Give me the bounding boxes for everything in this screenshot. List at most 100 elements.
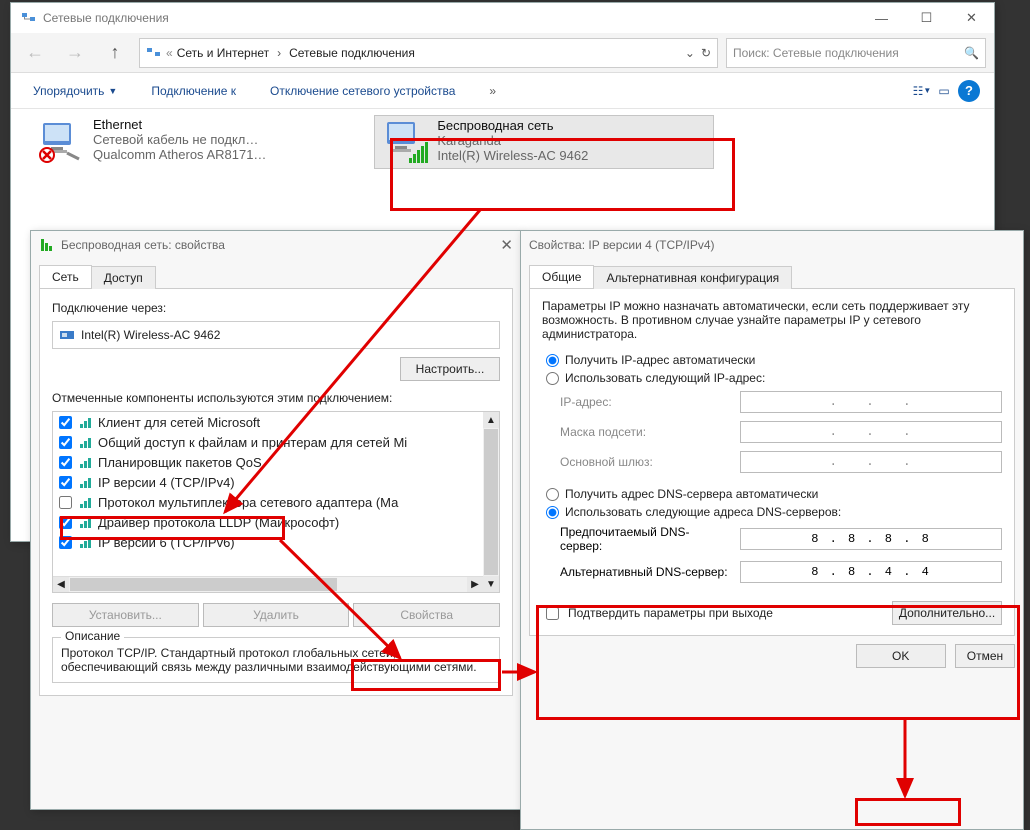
gateway-input: . . . bbox=[740, 451, 1002, 473]
nic-icon bbox=[59, 327, 75, 343]
tab-access[interactable]: Доступ bbox=[91, 266, 156, 289]
scroll-left-icon[interactable]: ◀ bbox=[53, 577, 69, 592]
tab-general[interactable]: Общие bbox=[529, 265, 594, 288]
preferred-dns-input[interactable]: 8 . 8 . 8 . 8 bbox=[740, 528, 1002, 550]
protocol-icon bbox=[78, 494, 94, 510]
component-row[interactable]: Планировщик пакетов QoS bbox=[53, 452, 483, 472]
network-item-wifi[interactable]: Беспроводная сеть Karaganda Intel(R) Wir… bbox=[374, 115, 714, 169]
component-label: Протокол мультиплексора сетевого адаптер… bbox=[98, 495, 398, 510]
wifi-device: Intel(R) Wireless-AC 9462 bbox=[437, 148, 588, 163]
minimize-button[interactable]: — bbox=[859, 3, 904, 33]
wifi-name: Беспроводная сеть bbox=[437, 118, 588, 133]
protocol-icon bbox=[78, 534, 94, 550]
component-label: Планировщик пакетов QoS bbox=[98, 455, 262, 470]
component-checkbox[interactable] bbox=[59, 536, 72, 549]
description-legend: Описание bbox=[61, 629, 124, 643]
scroll-up-icon[interactable]: ▲ bbox=[483, 412, 499, 428]
component-row[interactable]: Общий доступ к файлам и принтерам для се… bbox=[53, 432, 483, 452]
component-label: IP версии 6 (TCP/IPv6) bbox=[98, 535, 235, 550]
cancel-button[interactable]: Отмен bbox=[955, 644, 1015, 668]
connect-to-button[interactable]: Подключение к bbox=[143, 80, 244, 102]
component-row[interactable]: Протокол мультиплексора сетевого адаптер… bbox=[53, 492, 483, 512]
ethernet-name: Ethernet bbox=[93, 117, 266, 132]
tab-network[interactable]: Сеть bbox=[39, 265, 92, 288]
breadcrumb-leaf[interactable]: Сетевые подключения bbox=[289, 46, 415, 60]
overflow-button[interactable]: » bbox=[481, 80, 504, 102]
component-row[interactable]: IP версии 4 (TCP/IPv4) bbox=[53, 472, 483, 492]
ethernet-status: Сетевой кабель не подкл… bbox=[93, 132, 266, 147]
component-checkbox[interactable] bbox=[59, 436, 72, 449]
ipv4-intro-text: Параметры IP можно назначать автоматичес… bbox=[542, 299, 1002, 341]
search-placeholder: Поиск: Сетевые подключения bbox=[733, 46, 899, 60]
addr-dropdown-icon[interactable]: ⌄ bbox=[685, 46, 695, 60]
search-input[interactable]: Поиск: Сетевые подключения 🔍 bbox=[726, 38, 986, 68]
disable-device-button[interactable]: Отключение сетевого устройства bbox=[262, 80, 463, 102]
preferred-dns-label: Предпочитаемый DNS-сервер: bbox=[560, 525, 730, 553]
protocol-icon bbox=[78, 414, 94, 430]
view-icon[interactable]: ☷▼ bbox=[914, 83, 930, 99]
component-row[interactable]: Клиент для сетей Microsoft bbox=[53, 412, 483, 432]
adapter-name-field: Intel(R) Wireless-AC 9462 bbox=[52, 321, 500, 349]
help-icon[interactable]: ? bbox=[958, 80, 980, 102]
properties-button[interactable]: Свойства bbox=[353, 603, 500, 627]
breadcrumb-root[interactable]: Сеть и Интернет bbox=[177, 46, 269, 60]
dialog-title: Беспроводная сеть: свойства bbox=[61, 238, 225, 252]
components-listbox[interactable]: Клиент для сетей Microsoft Общий доступ к… bbox=[52, 411, 500, 593]
radio-auto-dns[interactable] bbox=[546, 488, 559, 501]
alt-dns-label: Альтернативный DNS-сервер: bbox=[560, 565, 730, 579]
breadcrumb-icon bbox=[146, 45, 162, 61]
maximize-button[interactable]: ☐ bbox=[904, 3, 949, 33]
radio-auto-ip[interactable] bbox=[546, 354, 559, 367]
ok-button[interactable]: OK bbox=[856, 644, 946, 668]
subnet-mask-label: Маска подсети: bbox=[560, 425, 730, 439]
network-item-ethernet[interactable]: Ethernet Сетевой кабель не подкл… Qualco… bbox=[31, 115, 371, 167]
advanced-button[interactable]: Дополнительно... bbox=[892, 601, 1002, 625]
wifi-icon bbox=[381, 118, 429, 166]
remove-button[interactable]: Удалить bbox=[203, 603, 350, 627]
titlebar: Сетевые подключения — ☐ ✕ bbox=[11, 3, 994, 33]
preview-pane-icon[interactable]: ▭ bbox=[936, 83, 952, 99]
protocol-icon bbox=[78, 514, 94, 530]
refresh-icon[interactable]: ↻ bbox=[701, 46, 711, 60]
nav-up-icon[interactable]: ↑ bbox=[99, 38, 131, 68]
scroll-down-icon[interactable]: ▼ bbox=[483, 576, 499, 592]
adapter-icon bbox=[39, 237, 55, 253]
dialog-close-icon[interactable]: ✕ bbox=[500, 236, 513, 254]
ipv4-titlebar: Свойства: IP версии 4 (TCP/IPv4) bbox=[521, 231, 1023, 259]
alt-dns-input[interactable]: 8 . 8 . 4 . 4 bbox=[740, 561, 1002, 583]
window-title: Сетевые подключения bbox=[43, 11, 169, 25]
ip-address-label: IP-адрес: bbox=[560, 395, 730, 409]
vertical-scrollbar[interactable]: ▲ ▼ bbox=[483, 412, 499, 592]
configure-button[interactable]: Настроить... bbox=[400, 357, 500, 381]
component-row[interactable]: Драйвер протокола LLDP (Майкрософт) bbox=[53, 512, 483, 532]
nav-back-icon[interactable]: ← bbox=[19, 38, 51, 68]
scroll-right-icon[interactable]: ▶ bbox=[467, 577, 483, 592]
nav-forward-icon[interactable]: → bbox=[59, 38, 91, 68]
toolbar: Упорядочить ▼ Подключение к Отключение с… bbox=[11, 73, 994, 109]
tab-alt-config[interactable]: Альтернативная конфигурация bbox=[593, 266, 792, 289]
radio-manual-dns[interactable] bbox=[546, 506, 559, 519]
components-label: Отмеченные компоненты используются этим … bbox=[52, 391, 500, 405]
component-row[interactable]: IP версии 6 (TCP/IPv6) bbox=[53, 532, 483, 552]
component-label: Клиент для сетей Microsoft bbox=[98, 415, 260, 430]
component-checkbox[interactable] bbox=[59, 476, 72, 489]
validate-checkbox[interactable] bbox=[546, 607, 559, 620]
ip-address-input: . . . bbox=[740, 391, 1002, 413]
component-label: Драйвер протокола LLDP (Майкрософт) bbox=[98, 515, 339, 530]
organize-button[interactable]: Упорядочить ▼ bbox=[25, 80, 125, 102]
protocol-icon bbox=[78, 434, 94, 450]
component-checkbox[interactable] bbox=[59, 416, 72, 429]
component-checkbox[interactable] bbox=[59, 456, 72, 469]
component-checkbox[interactable] bbox=[59, 496, 72, 509]
dialog-titlebar: Беспроводная сеть: свойства ✕ bbox=[31, 231, 521, 259]
component-checkbox[interactable] bbox=[59, 516, 72, 529]
breadcrumb-chevron-icon[interactable]: › bbox=[273, 46, 285, 60]
component-label: IP версии 4 (TCP/IPv4) bbox=[98, 475, 235, 490]
search-icon: 🔍 bbox=[964, 46, 979, 60]
connect-via-label: Подключение через: bbox=[52, 301, 500, 315]
horizontal-scrollbar[interactable]: ◀ ▶ bbox=[53, 576, 483, 592]
close-button[interactable]: ✕ bbox=[949, 3, 994, 33]
radio-manual-ip[interactable] bbox=[546, 372, 559, 385]
install-button[interactable]: Установить... bbox=[52, 603, 199, 627]
address-bar[interactable]: « Сеть и Интернет › Сетевые подключения … bbox=[139, 38, 718, 68]
